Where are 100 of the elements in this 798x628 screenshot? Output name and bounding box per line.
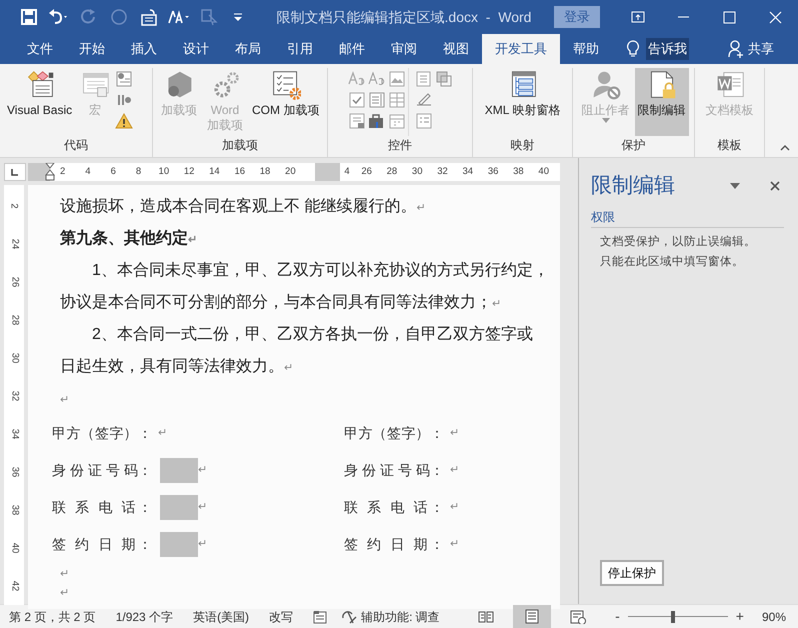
dropdown-list-icon[interactable]	[348, 112, 366, 130]
warning-icon[interactable]	[115, 112, 134, 130]
ruler-margin	[314, 163, 340, 181]
zoom-slider-thumb[interactable]	[670, 610, 675, 622]
ruler-number: 36	[9, 466, 19, 478]
field-label: 甲方（签字）：	[52, 424, 152, 443]
ribbon-tab[interactable]: 设计	[170, 34, 222, 64]
ruler-number: 2	[59, 164, 66, 179]
ribbon-button[interactable]: XML 映射窗格	[482, 68, 564, 136]
ribbon-tab[interactable]: 邮件	[326, 34, 378, 64]
group-label: 加载项	[221, 137, 259, 154]
list-control-icon[interactable]	[368, 91, 386, 109]
ruler-number: 8	[134, 164, 142, 179]
caret-icon	[602, 118, 610, 123]
macro-icon	[80, 70, 110, 100]
ribbon-tab[interactable]: 视图	[430, 34, 482, 64]
paragraph-mark: ↵	[450, 426, 459, 442]
ruler-number: 16	[233, 164, 246, 179]
print-layout-icon	[524, 609, 540, 624]
ribbon-tab[interactable]: 插入	[118, 34, 170, 64]
ribbon-tab[interactable]: 开发工具	[482, 34, 560, 64]
group-label: 代码	[63, 137, 89, 154]
paragraph-mark: ↵	[450, 463, 459, 478]
ribbon-button[interactable]: Visual Basic	[4, 68, 76, 136]
touch-mode-icon[interactable]	[140, 8, 158, 26]
ribbon-tab[interactable]: 布局	[222, 34, 274, 64]
ruler-number: 12	[182, 164, 196, 179]
tell-me-field[interactable]: 告诉我	[646, 38, 689, 60]
info-text: 文档受保护，以防止误编辑。	[600, 234, 757, 250]
field-label: 签 约 日 期：	[52, 535, 152, 554]
ribbon-tab[interactable]: 引用	[274, 34, 326, 64]
zoom-out-button[interactable]: -	[611, 606, 624, 627]
tab-selector[interactable]	[4, 163, 26, 181]
zoom-level[interactable]: 90%	[762, 608, 786, 626]
paragraph-mark: ↵	[450, 537, 459, 552]
ruler-number: 4	[84, 164, 92, 179]
web-layout-icon	[570, 609, 586, 624]
paragraph-mark: ↵	[284, 362, 293, 374]
ribbon-tab[interactable]: 帮助	[560, 34, 612, 64]
ruler-number: 26	[360, 164, 373, 179]
page-count[interactable]: 第 2 页，共 2 页	[9, 608, 96, 626]
dropdown-caret-icon[interactable]	[730, 182, 740, 189]
paragraph-text: 设施损坏，造成本合同在客观上不 能继续履行的。	[60, 198, 416, 215]
maximize-icon[interactable]	[722, 10, 736, 24]
ruler-number: 26	[9, 276, 19, 288]
field-label: 甲方（签字）：	[344, 424, 444, 443]
paragraph-text: 2、本合同一式二份，甲、乙双方各执一份，自甲乙双方签字或	[92, 326, 533, 343]
indent-marker-icon[interactable]	[45, 163, 55, 181]
paragraph-mark: ↵	[492, 298, 501, 310]
info-text: 只能在此区域中填写窗体。	[600, 254, 745, 270]
ribbon-button[interactable]: 限制编辑	[634, 68, 688, 136]
lightbulb-icon	[626, 40, 640, 58]
input-field[interactable]	[160, 495, 198, 520]
properties-icon[interactable]	[414, 112, 432, 130]
input-field[interactable]	[160, 458, 198, 483]
paragraph-mark: ↵	[198, 500, 207, 516]
font-size-icon[interactable]	[167, 8, 191, 26]
stop-protection-button[interactable]: 停止保护	[600, 560, 664, 586]
zoom-in-button[interactable]: +	[732, 606, 748, 627]
ribbon-tab[interactable]: 审阅	[378, 34, 430, 64]
ribbon-tab[interactable]: 开始	[66, 34, 118, 64]
ribbon-button[interactable]: COM 加载项	[249, 68, 322, 136]
overtype-mode[interactable]: 改写	[269, 608, 294, 626]
ruler-number: 36	[486, 164, 500, 179]
ruler-number: 38	[9, 504, 19, 516]
ribbon-tab[interactable]: 文件	[14, 34, 66, 64]
ruler-number: 28	[9, 314, 19, 326]
paragraph-text: 1、本合同未尽事宜，甲、乙双方可以补充协议的方式另行约定，	[92, 262, 549, 279]
ribbon-display-icon[interactable]	[630, 10, 644, 24]
ruler-number: 28	[386, 164, 398, 179]
ruler-number: 14	[208, 164, 221, 179]
group-icon[interactable]	[434, 70, 452, 88]
field-label: 身 份 证 号 码：	[344, 461, 444, 480]
group-label: 映射	[510, 137, 536, 154]
checkbox-icon[interactable]	[348, 91, 366, 109]
toolbox-icon[interactable]	[368, 112, 386, 130]
ruler-number: 34	[462, 164, 474, 179]
language-indicator[interactable]: 英语(美国)	[193, 608, 250, 626]
macro-list-icon[interactable]	[115, 70, 134, 88]
window-title: 限制文档只能编辑指定区域.docx - Word	[276, 8, 532, 26]
paragraph-text: 日起生效，具有同等法律效力。	[60, 358, 284, 375]
share-button[interactable]: 共享	[748, 39, 774, 59]
save-icon[interactable]	[20, 8, 38, 26]
input-field[interactable]	[160, 532, 198, 557]
collapse-caret-icon[interactable]	[780, 145, 790, 151]
section-header: 权限	[591, 208, 784, 228]
field-label: 身 份 证 号 码：	[52, 461, 152, 480]
word-count[interactable]: 1/923 个字	[116, 608, 174, 626]
ruler-number: 30	[410, 164, 424, 179]
close-icon[interactable]	[770, 180, 780, 191]
accessibility-status[interactable]: 辅助功能: 调查	[361, 608, 440, 626]
ruler-number: 4	[343, 164, 351, 179]
person-block-icon	[590, 70, 620, 100]
ruler-number: 32	[9, 390, 19, 402]
text-style-outline-icon[interactable]	[368, 70, 386, 88]
checklist-gear-icon	[270, 70, 301, 100]
view-button[interactable]	[513, 605, 552, 628]
macro-record-icon[interactable]	[313, 610, 328, 624]
accessibility-check-icon[interactable]	[341, 610, 358, 624]
field-label: 联 系 电 话：	[344, 498, 444, 517]
